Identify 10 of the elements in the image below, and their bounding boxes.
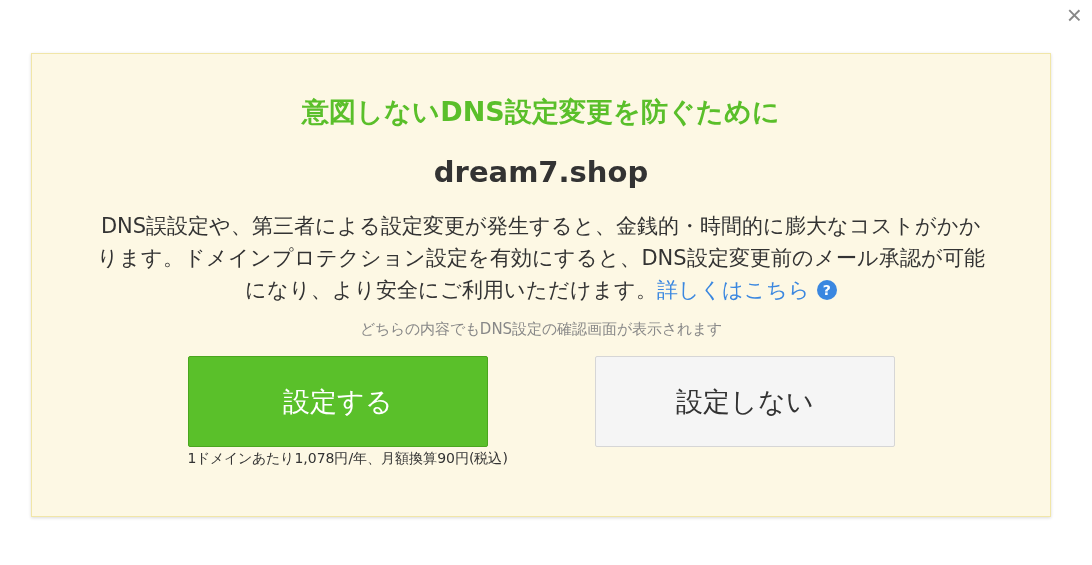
enable-button[interactable]: 設定する — [187, 356, 488, 447]
disable-button[interactable]: 設定しない — [594, 356, 895, 447]
dialog-title: 意図しないDNS設定変更を防ぐために — [302, 95, 780, 129]
description-text: DNS誤設定や、第三者による設定変更が発生すると、金銭的・時間的に膨大なコストがかかります。ドメインプロテクション設定を有効にすると、DNS設定変更前のメール承認が可能になり、より安全にご利用いただけます。詳しくはこちら ? — [96, 213, 986, 304]
note-text: どちらの内容でもDNS設定の確認画面が表示されます — [359, 319, 723, 340]
price-caption: 1ドメインあたり1,078円/年、月額換算90円(税込) — [187, 449, 508, 468]
help-icon[interactable]: ? — [816, 280, 837, 300]
details-link[interactable]: 詳しくはこちら — [657, 278, 811, 302]
close-button[interactable]: × — [1062, 2, 1086, 28]
domain-name: dream7.shop — [433, 154, 649, 191]
